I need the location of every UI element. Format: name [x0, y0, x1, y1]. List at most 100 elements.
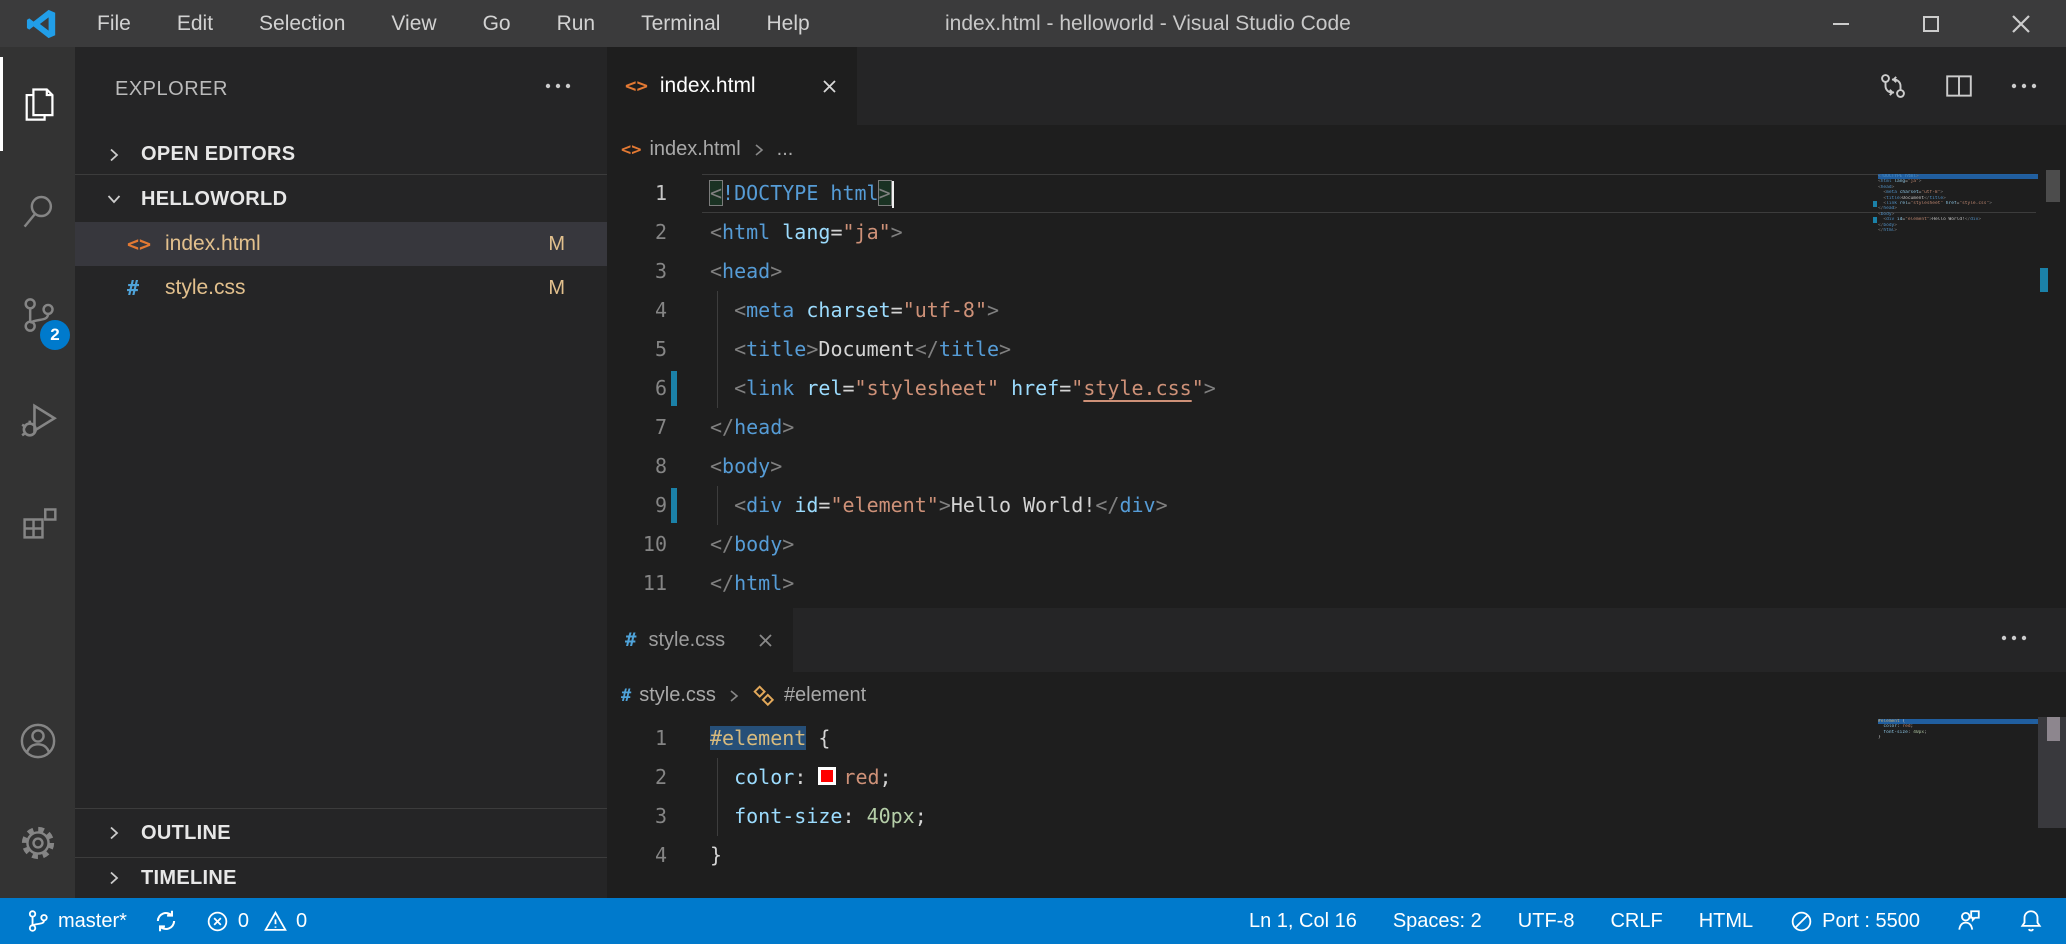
explorer-more-actions-icon[interactable] [544, 81, 572, 91]
line-number: 2 [607, 213, 667, 252]
indent-guide [717, 291, 718, 330]
language-mode-item[interactable]: HTML [1699, 910, 1753, 933]
line-number: 8 [607, 447, 667, 486]
sync-item[interactable] [153, 908, 179, 934]
search-icon[interactable] [0, 164, 75, 258]
chevron-down-icon [105, 190, 123, 208]
minimize-button[interactable] [1796, 0, 1886, 47]
menu-bar: FileEditSelectionViewGoRunTerminalHelp [74, 0, 833, 47]
html-file-icon: <> [625, 75, 648, 97]
account-icon[interactable] [0, 694, 75, 788]
feedback-icon [1956, 908, 1982, 934]
feedback-item[interactable] [1956, 908, 1982, 934]
indent-guide [717, 797, 718, 836]
file-item-style.css[interactable]: #style.cssM [75, 266, 607, 310]
chevron-right-icon [105, 824, 123, 842]
more-actions-icon[interactable] [2010, 81, 2038, 91]
activity-bar: 2 [0, 47, 75, 898]
outline-label: OUTLINE [141, 822, 231, 845]
close-tab-icon[interactable] [806, 77, 839, 96]
indent-guide [717, 486, 718, 525]
explorer-icon[interactable] [0, 57, 75, 151]
code-line-10[interactable]: 10</body> [607, 525, 2066, 564]
code-line-4[interactable]: 4} [607, 836, 2066, 875]
code-line-11[interactable]: 11</html> [607, 564, 2066, 603]
folder-section[interactable]: HELLOWORLD [75, 176, 607, 222]
settings-gear-icon[interactable] [0, 796, 75, 890]
indent-guide [717, 330, 718, 369]
timeline-section[interactable]: TIMELINE [75, 857, 607, 898]
cursor-position-item[interactable]: Ln 1, Col 16 [1249, 910, 1357, 933]
maximize-button[interactable] [1886, 0, 1976, 47]
menu-go[interactable]: Go [460, 0, 534, 47]
vscode-logo-icon [26, 8, 58, 40]
tab-label: style.css [648, 629, 725, 652]
code-line-1[interactable]: 1#element { [607, 719, 2066, 758]
problems-item[interactable]: 0 0 [205, 909, 307, 934]
menu-terminal[interactable]: Terminal [618, 0, 743, 47]
code-line-3[interactable]: 3 font-size: 40px; [607, 797, 2066, 836]
encoding-item[interactable]: UTF-8 [1518, 910, 1575, 933]
menu-run[interactable]: Run [534, 0, 619, 47]
css-symbol-icon [752, 684, 776, 708]
tab-style-css[interactable]: # style.css [607, 608, 793, 672]
code-line-6[interactable]: 6 <link rel="stylesheet" href="style.css… [607, 369, 2066, 408]
minimap[interactable]: #element { color: red; font-size: 40px;} [1878, 719, 2038, 741]
extensions-icon[interactable] [0, 477, 75, 571]
split-editor-icon[interactable] [1944, 71, 1974, 101]
close-tab-icon[interactable] [742, 631, 775, 650]
code-line-2[interactable]: 2<html lang="ja"> [607, 213, 2066, 252]
circle-slash-icon [1789, 909, 1814, 934]
file-item-index.html[interactable]: <>index.htmlM [75, 222, 607, 266]
breadcrumb-rest[interactable]: ... [777, 138, 794, 161]
window-title: index.html - helloworld - Visual Studio … [945, 0, 1351, 47]
close-window-button[interactable] [1976, 0, 2066, 47]
indent-guide [717, 758, 718, 797]
code-editor-html[interactable]: 1<!DOCTYPE html>2<html lang="ja">3<head>… [607, 174, 2066, 603]
code-line-3[interactable]: 3<head> [607, 252, 2066, 291]
menu-edit[interactable]: Edit [154, 0, 236, 47]
code-line-9[interactable]: 9 <div id="element">Hello World!</div> [607, 486, 2066, 525]
code-editor-css[interactable]: 1#element {2 color: red;3 font-size: 40p… [607, 719, 2066, 875]
scrollbar-slider[interactable] [2046, 170, 2060, 202]
run-debug-icon[interactable] [0, 373, 75, 467]
outline-section[interactable]: OUTLINE [75, 808, 607, 857]
tab-bar-html: <> index.html [607, 47, 2066, 125]
code-line-2[interactable]: 2 color: red; [607, 758, 2066, 797]
source-control-icon[interactable]: 2 [0, 268, 75, 362]
breadcrumb-symbol[interactable]: #element [784, 684, 866, 707]
git-modified-gutter-marker [671, 371, 677, 406]
line-number: 9 [607, 486, 667, 525]
editor-area: <> index.html [607, 47, 2066, 898]
open-editors-section[interactable]: OPEN EDITORS [75, 135, 607, 175]
warning-count: 0 [296, 910, 307, 933]
indentation-item[interactable]: Spaces: 2 [1393, 910, 1482, 933]
more-actions-icon[interactable] [1992, 625, 2036, 651]
scrollbar-slider[interactable] [2047, 717, 2060, 741]
color-swatch-red[interactable] [818, 767, 836, 785]
breadcrumb-file[interactable]: style.css [639, 684, 716, 707]
live-server-port-item[interactable]: Port : 5500 [1789, 909, 1920, 934]
menu-view[interactable]: View [368, 0, 459, 47]
git-branch-icon [26, 909, 50, 933]
git-modified-badge: M [548, 233, 565, 256]
code-line-1[interactable]: 1<!DOCTYPE html> [607, 174, 2066, 213]
code-line-7[interactable]: 7</head> [607, 408, 2066, 447]
git-branch-item[interactable]: master* [26, 909, 127, 933]
code-line-8[interactable]: 8<body> [607, 447, 2066, 486]
tab-index-html[interactable]: <> index.html [607, 47, 857, 125]
menu-help[interactable]: Help [743, 0, 832, 47]
code-line-5[interactable]: 5 <title>Document</title> [607, 330, 2066, 369]
chevron-right-icon [751, 142, 767, 158]
minimap[interactable]: <!DOCTYPE html><html lang="ja"><head> <m… [1878, 174, 2038, 233]
open-changes-icon[interactable] [1878, 71, 1908, 101]
eol-item[interactable]: CRLF [1610, 910, 1662, 933]
code-line-4[interactable]: 4 <meta charset="utf-8"> [607, 291, 2066, 330]
menu-selection[interactable]: Selection [236, 0, 368, 47]
breadcrumb-file[interactable]: index.html [649, 138, 740, 161]
notifications-bell-item[interactable] [2018, 908, 2044, 934]
css-file-icon: # [127, 276, 161, 300]
line-number: 5 [607, 330, 667, 369]
timeline-label: TIMELINE [141, 867, 237, 890]
menu-file[interactable]: File [74, 0, 154, 47]
